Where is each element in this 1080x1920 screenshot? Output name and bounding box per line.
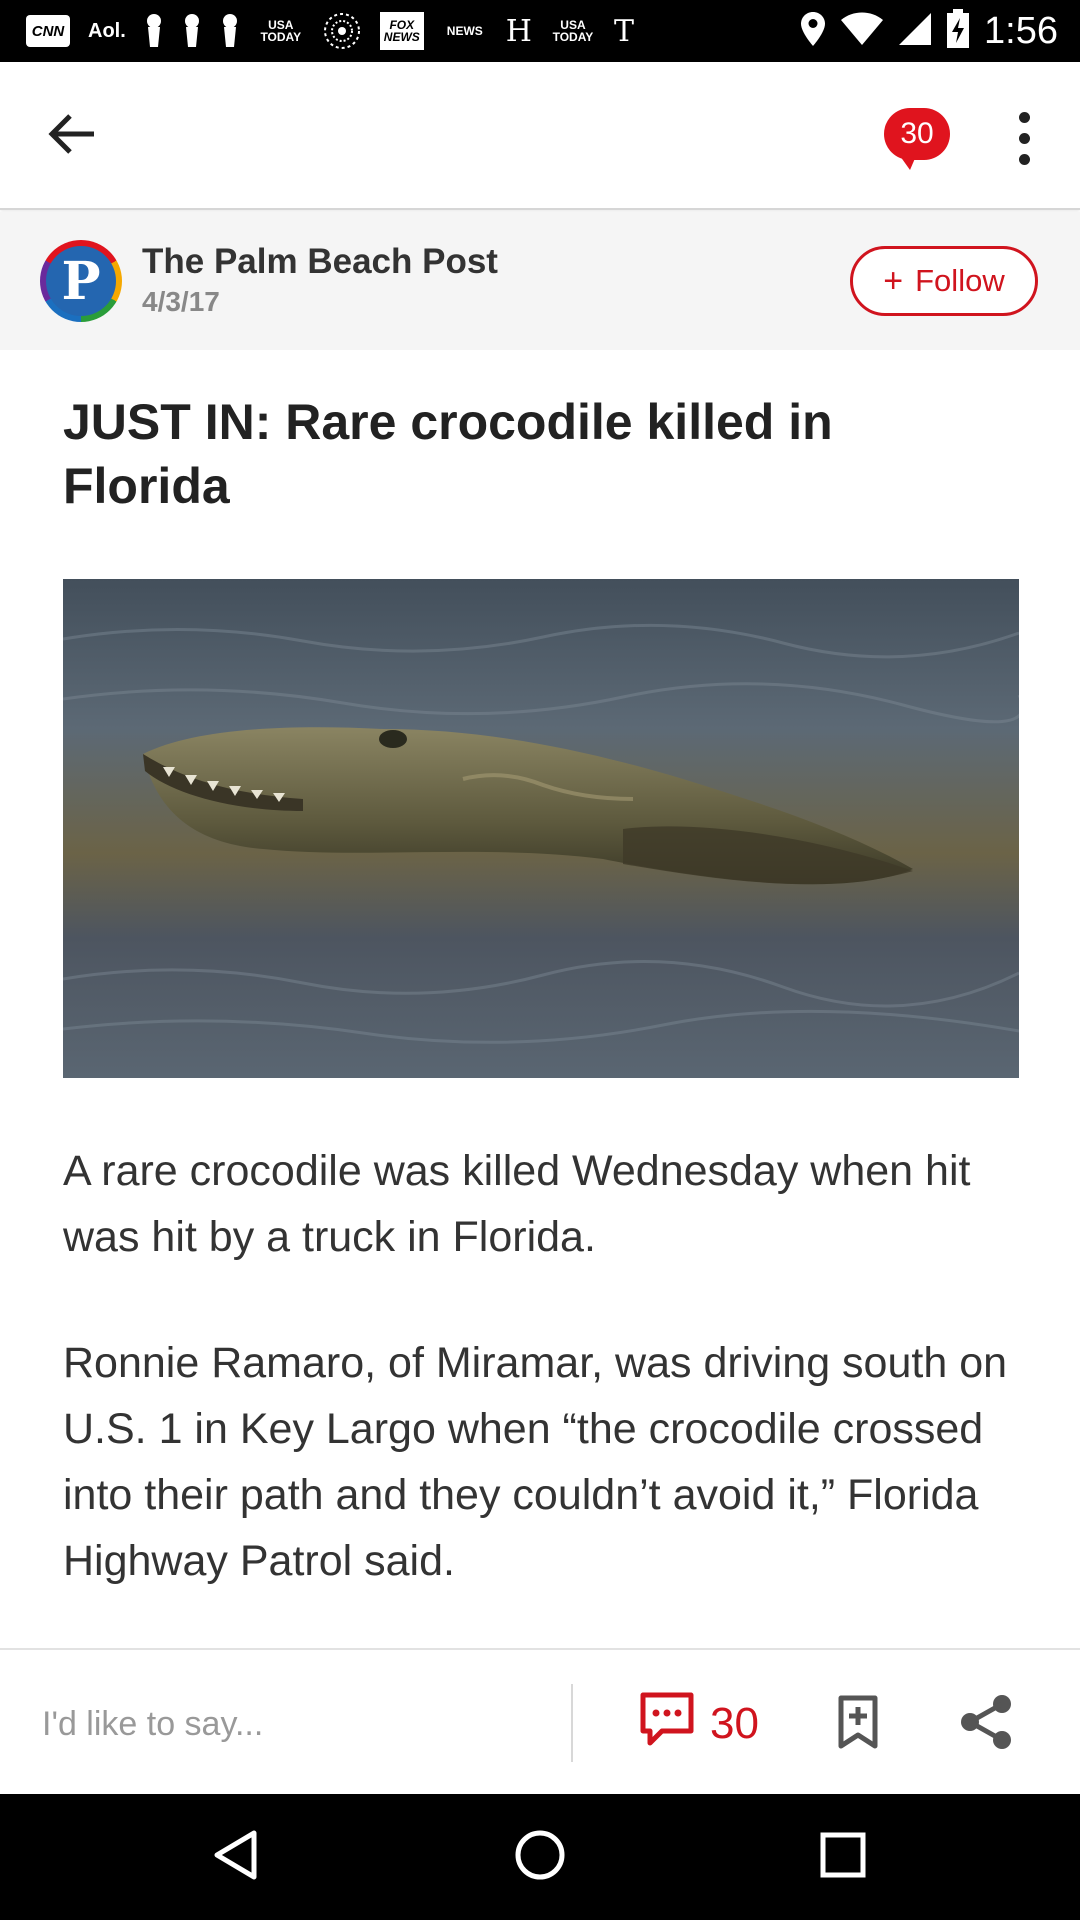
article-headline: JUST IN: Rare crocodile killed in Florid… (63, 394, 833, 514)
publish-date: 4/3/17 (142, 286, 220, 317)
dot (1018, 132, 1030, 144)
nav-recents-button[interactable] (808, 1822, 878, 1892)
huffpost-icon: H (505, 13, 532, 49)
status-bar: CNN Aol. USA TODAY FOX NEWS NEWS H USA TODAY T … (0, 0, 1080, 62)
article-paragraph: Ronnie Ramaro, of Miramar, was driving s… (63, 1339, 1008, 1585)
pin-icon (144, 13, 164, 49)
follow-label: Follow (915, 263, 1005, 298)
battery-charging-icon (946, 8, 970, 54)
pin-icon (182, 13, 202, 49)
article-paragraph: A rare crocodile was killed Wednesday wh… (63, 1147, 971, 1261)
publisher-logo[interactable]: P (40, 240, 122, 322)
comments-button[interactable]: 30 (640, 1692, 759, 1756)
system-status: 1:56 (800, 8, 1058, 54)
triangle-back-icon (212, 1829, 258, 1886)
nyt-icon: T (613, 13, 634, 49)
crocodile-photo (63, 579, 1019, 1078)
aol-icon: Aol. (88, 19, 126, 42)
back-button[interactable] (36, 100, 108, 172)
divider (571, 1684, 573, 1762)
cnn-icon: CNN (26, 15, 70, 47)
share-button[interactable] (956, 1692, 1016, 1756)
signal-icon (898, 12, 932, 51)
publisher-name[interactable]: The Palm Beach Post (142, 242, 498, 282)
comment-action-bar: 30 (0, 1648, 1080, 1794)
article-image[interactable] (63, 579, 1019, 1078)
dot (1018, 153, 1030, 165)
usa-today-icon: USA TODAY (260, 18, 302, 44)
fox-news-icon: FOX NEWS (379, 12, 424, 50)
plus-icon: + (883, 262, 904, 300)
comments-count: 30 (710, 1699, 759, 1748)
nav-back-button[interactable] (200, 1822, 270, 1892)
comment-input[interactable] (42, 1696, 542, 1752)
nbc-news-icon: NEWS (446, 24, 483, 38)
arrow-back-icon (48, 113, 96, 160)
nav-home-button[interactable] (505, 1822, 575, 1892)
publisher-logo-letter: P (46, 246, 116, 316)
bookmark-button[interactable] (832, 1692, 884, 1756)
notification-icons: CNN Aol. USA TODAY FOX NEWS NEWS H USA TODAY T (26, 8, 634, 54)
circle-home-icon (514, 1829, 566, 1886)
news-globe-icon (322, 11, 362, 51)
comment-count-badge[interactable]: 30 (884, 108, 950, 170)
comment-icon (640, 1692, 694, 1757)
usa-today-icon: USA TODAY (552, 18, 594, 44)
wifi-icon (840, 12, 884, 51)
share-icon (960, 1694, 1012, 1755)
pin-icon (220, 13, 240, 49)
publisher-header: P The Palm Beach Post 4/3/17 + Follow (0, 212, 1080, 350)
dot (1018, 111, 1030, 123)
square-recents-icon (820, 1832, 866, 1883)
navigation-bar (0, 1794, 1080, 1920)
app-bar: 30 (0, 62, 1080, 210)
more-options-button[interactable] (1000, 102, 1048, 174)
location-icon (800, 11, 826, 52)
follow-button[interactable]: + Follow (850, 246, 1038, 316)
clock: 1:56 (984, 9, 1058, 52)
bookmark-add-icon (838, 1695, 878, 1754)
